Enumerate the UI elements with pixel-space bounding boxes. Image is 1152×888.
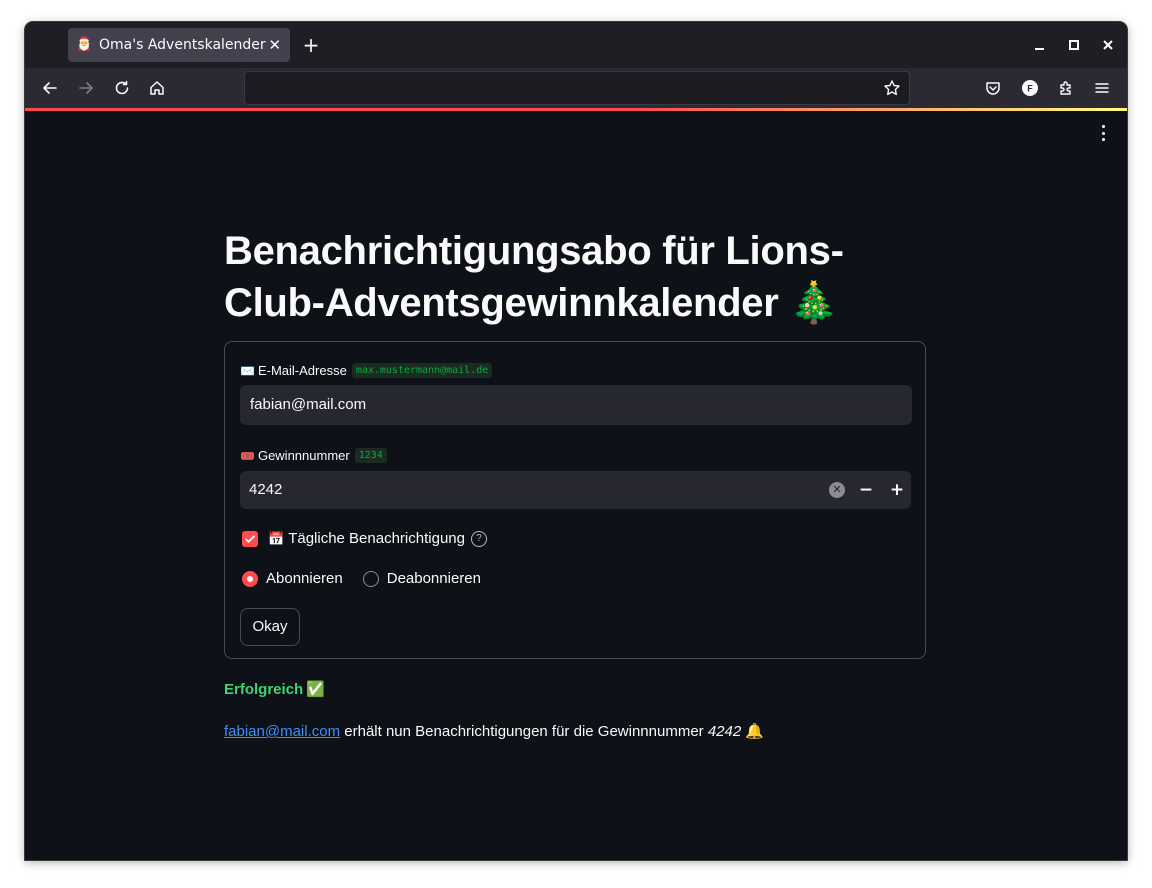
reload-icon[interactable] <box>110 76 134 100</box>
subscription-form: ✉️ E-Mail-Adresse max.mustermann@mail.de… <box>224 341 926 659</box>
navigation-bar: F <box>25 68 1127 108</box>
browser-tab[interactable]: 🎅 Oma's Adventskalender ✕ <box>68 28 290 62</box>
back-arrow-icon[interactable] <box>38 76 62 100</box>
number-example-badge: 1234 <box>354 448 387 463</box>
result-text: erhält nun Benachrichtigungen für die Ge… <box>340 723 708 740</box>
email-label-text: E-Mail-Adresse <box>257 363 347 378</box>
forward-arrow-icon[interactable] <box>74 76 98 100</box>
browser-window: 🎅 Oma's Adventskalender ✕ + F Benachrich… <box>25 22 1127 860</box>
clear-icon[interactable]: ✕ <box>829 482 845 498</box>
extensions-icon[interactable] <box>1054 76 1078 100</box>
envelope-icon: ✉️ <box>240 363 255 378</box>
result-number: 4242 <box>707 723 742 740</box>
help-question-icon[interactable]: ? <box>470 530 487 547</box>
santa-favicon-icon: 🎅 <box>76 37 93 52</box>
home-icon[interactable] <box>145 76 169 100</box>
radio-option-subscribe[interactable]: Abonnieren <box>266 570 343 587</box>
ticket-icon: 🎟️ <box>240 448 255 463</box>
main-menu-icon[interactable] <box>1096 123 1110 143</box>
email-label: ✉️ E-Mail-Adresse max.mustermann@mail.de <box>240 363 493 378</box>
pocket-icon[interactable] <box>981 76 1005 100</box>
subscription-radio-group: Abonnieren Deabonnieren <box>242 570 481 587</box>
url-bar[interactable] <box>244 71 910 105</box>
email-example-badge: max.mustermann@mail.de <box>351 363 493 378</box>
radio-selected-icon[interactable] <box>242 570 258 587</box>
bookmark-star-icon[interactable] <box>881 77 903 99</box>
daily-notification-label: Tägliche Benachrichtigung <box>288 530 465 547</box>
tab-title: Oma's Adventskalender <box>99 37 266 53</box>
checkbox-checked-icon[interactable] <box>242 530 258 547</box>
bell-icon: 🔔 <box>745 723 765 740</box>
check-mark-icon: ✅ <box>306 681 325 698</box>
number-input[interactable]: 4242 ✕ − + <box>240 471 911 509</box>
page-title: Benachrichtigungsabo für Lions-Club-Adve… <box>224 229 844 325</box>
close-window-icon[interactable] <box>1098 35 1118 55</box>
number-label-text: Gewinnnummer <box>257 448 350 463</box>
okay-button[interactable]: Okay <box>240 608 300 646</box>
increment-button[interactable]: + <box>883 471 911 509</box>
daily-notification-checkbox[interactable]: 📅 Tägliche Benachrichtigung ? <box>242 530 487 547</box>
svg-text:F: F <box>1027 84 1033 94</box>
close-tab-icon[interactable]: ✕ <box>266 36 284 54</box>
title-bar: 🎅 Oma's Adventskalender ✕ + <box>25 22 1127 68</box>
number-value[interactable]: 4242 <box>249 471 282 509</box>
decrement-button[interactable]: − <box>852 471 880 509</box>
email-link[interactable]: fabian@mail.com <box>224 723 340 740</box>
maximize-icon[interactable] <box>1064 35 1084 55</box>
radio-unselected-icon[interactable] <box>362 570 379 587</box>
minimize-icon[interactable] <box>1030 35 1050 55</box>
result-message: fabian@mail.com erhält nun Benachrichtig… <box>224 722 764 740</box>
number-label: 🎟️ Gewinnnummer 1234 <box>240 448 387 463</box>
account-avatar-icon[interactable]: F <box>1018 76 1042 100</box>
email-input[interactable]: fabian@mail.com <box>240 385 912 425</box>
success-text: Erfolgreich <box>224 680 304 698</box>
new-tab-button[interactable]: + <box>299 33 323 57</box>
app-content: Benachrichtigungsabo für Lions-Club-Adve… <box>25 111 1127 860</box>
radio-option-unsubscribe[interactable]: Deabonnieren <box>387 570 481 587</box>
calendar-icon: 📅 <box>268 530 285 546</box>
success-message: Erfolgreich ✅ <box>224 680 325 699</box>
hamburger-menu-icon[interactable] <box>1090 76 1114 100</box>
